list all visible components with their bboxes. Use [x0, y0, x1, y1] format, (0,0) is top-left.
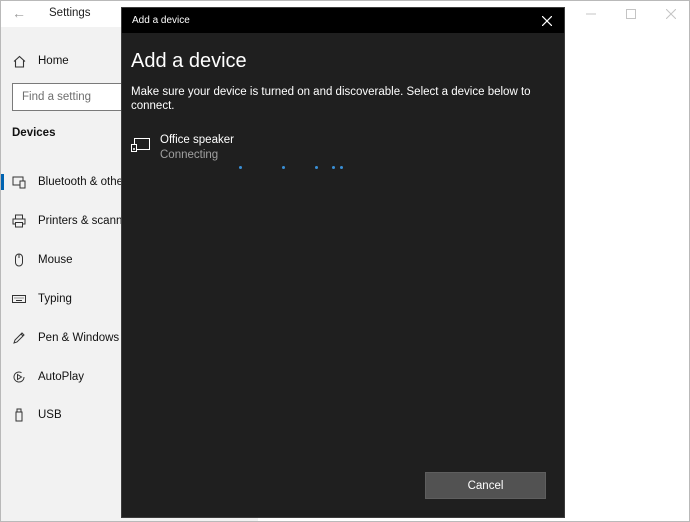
dialog-heading: Add a device: [131, 50, 247, 72]
dialog-titlebar-text: Add a device: [132, 15, 190, 26]
autoplay-icon: [12, 370, 26, 384]
printer-icon: [12, 214, 26, 228]
usb-icon: [12, 408, 26, 422]
device-name: Office speaker: [160, 134, 234, 146]
sidebar-item-label: Typing: [38, 293, 72, 305]
close-icon: [542, 15, 552, 26]
maximize-button[interactable]: [611, 1, 651, 27]
mouse-icon: [12, 253, 26, 267]
device-status: Connecting: [160, 149, 219, 161]
progress-dot: [239, 166, 242, 169]
progress-dot: [282, 166, 285, 169]
close-window-button[interactable]: [651, 1, 690, 27]
settings-title: Settings: [49, 7, 91, 19]
dialog-description: Make sure your device is turned on and d…: [131, 86, 531, 112]
bluetooth-devices-icon: [12, 175, 26, 189]
section-heading: Devices: [12, 127, 56, 139]
progress-indicator: [122, 164, 564, 172]
back-arrow-icon[interactable]: ←: [9, 4, 29, 22]
close-icon: [666, 9, 676, 19]
sidebar-item-label: USB: [38, 409, 62, 421]
sidebar-item-label: AutoPlay: [38, 371, 85, 383]
pen-icon: [12, 331, 26, 345]
progress-dot: [340, 166, 343, 169]
progress-dot: [315, 166, 318, 169]
dialog-close-button[interactable]: [530, 8, 564, 33]
dialog-titlebar: Add a device: [122, 8, 564, 33]
keyboard-icon: [12, 292, 26, 306]
sidebar-item-label: Home: [38, 55, 69, 67]
maximize-icon: [626, 9, 636, 19]
add-device-dialog: Add a device Add a device Make sure your…: [121, 7, 565, 518]
device-list-item[interactable]: Office speaker Connecting: [128, 131, 428, 167]
cancel-button[interactable]: Cancel: [425, 472, 546, 499]
minimize-button[interactable]: [571, 1, 611, 27]
home-icon: [12, 54, 26, 68]
minimize-icon: [586, 13, 596, 15]
audio-device-icon: [131, 137, 151, 153]
progress-dot: [332, 166, 335, 169]
window-controls: [571, 1, 690, 27]
sidebar-item-label: Mouse: [38, 254, 73, 266]
